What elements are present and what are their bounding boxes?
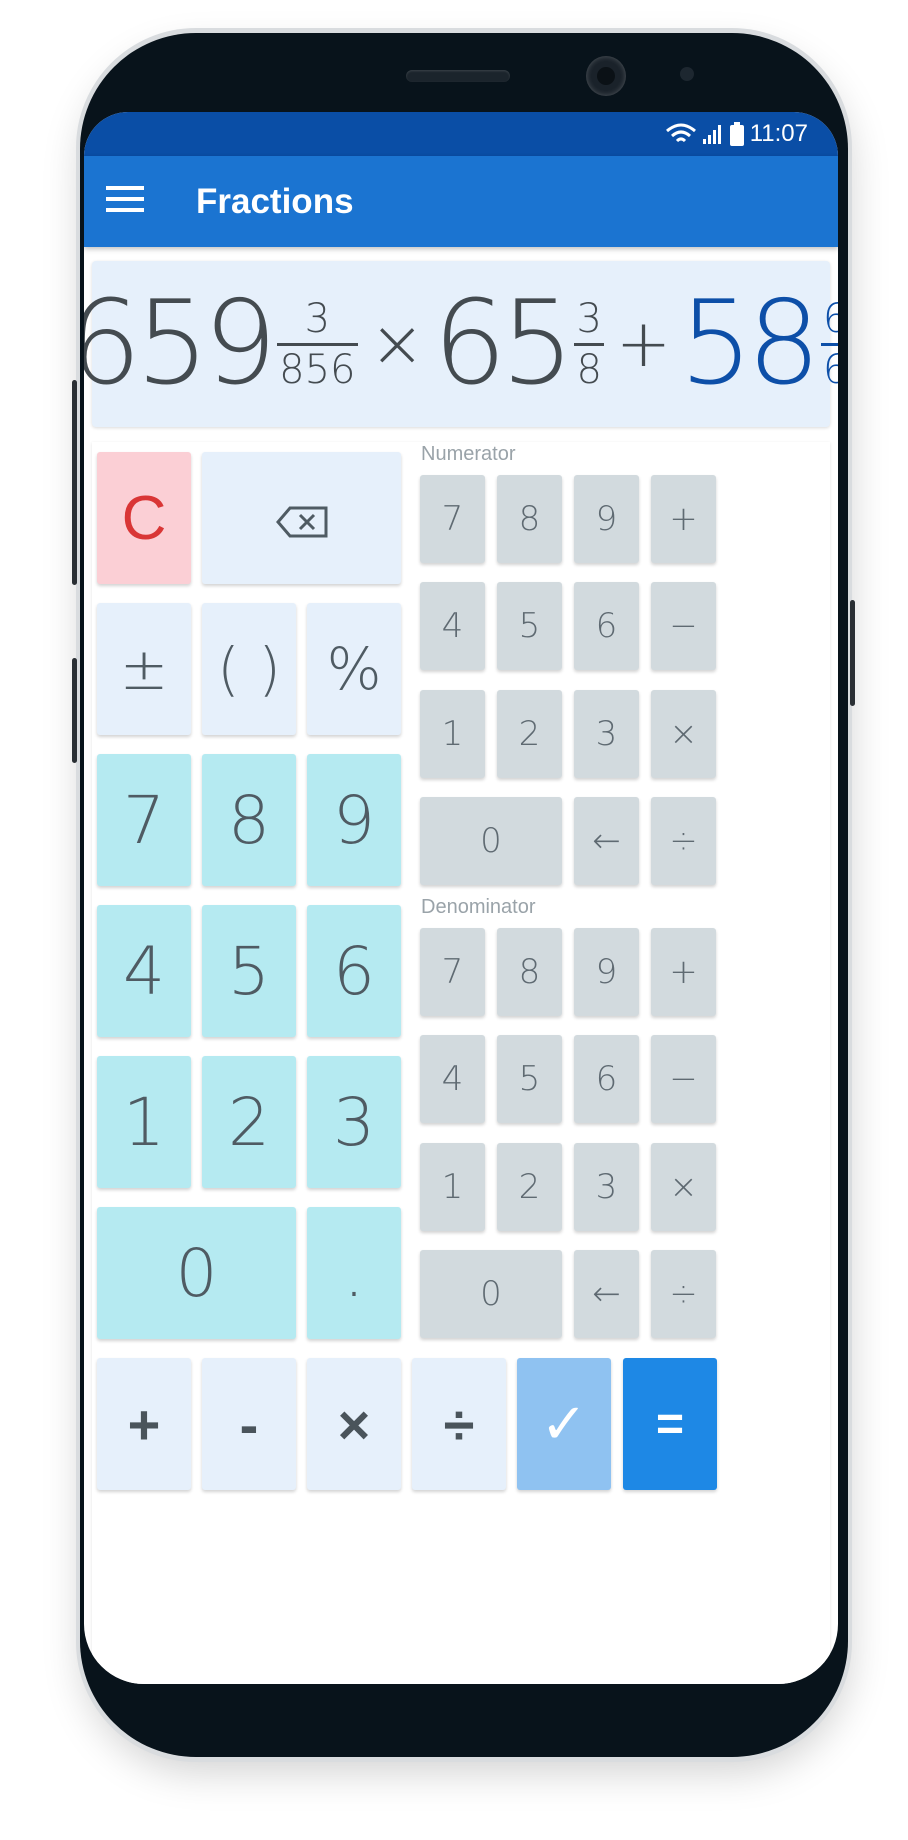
- term-2-denominator: 8: [574, 342, 604, 390]
- menu-button[interactable]: [84, 156, 196, 247]
- term-2-fraction: 3 8: [574, 295, 604, 390]
- term-1-numerator: 3: [304, 295, 331, 342]
- term-2-numerator: 3: [576, 295, 602, 342]
- sign-toggle-button[interactable]: ±: [97, 603, 191, 735]
- bixby-button: [72, 658, 77, 763]
- subtract-button[interactable]: -: [202, 1358, 296, 1490]
- numerator-key-minus[interactable]: −: [651, 582, 716, 670]
- earpiece-speaker: [406, 70, 510, 82]
- denominator-key-9[interactable]: 9: [574, 928, 639, 1016]
- signal-icon: [702, 123, 724, 145]
- denominator-key-6[interactable]: 6: [574, 1035, 639, 1123]
- numerator-key-5[interactable]: 5: [497, 582, 562, 670]
- page-title: Fractions: [196, 181, 354, 221]
- hamburger-menu-icon: [106, 185, 144, 218]
- parentheses-button[interactable]: ( ): [202, 603, 296, 735]
- numerator-key-6[interactable]: 6: [574, 582, 639, 670]
- power-button: [850, 600, 855, 706]
- term-1-denominator: 856: [277, 342, 358, 390]
- digit-7-button[interactable]: 7: [97, 754, 191, 886]
- equals-button[interactable]: =: [623, 1358, 717, 1490]
- denominator-key-7[interactable]: 7: [420, 928, 485, 1016]
- operator-multiply: ×: [369, 305, 425, 382]
- operator-add: +: [615, 305, 672, 382]
- numerator-key-0[interactable]: 0: [420, 797, 562, 885]
- status-time: 11:07: [749, 120, 808, 147]
- numerator-key-2[interactable]: 2: [497, 690, 562, 778]
- numerator-key-7[interactable]: 7: [420, 475, 485, 563]
- app-bar: Fractions: [84, 156, 838, 247]
- digit-3-button[interactable]: 3: [307, 1056, 401, 1188]
- denominator-key-plus[interactable]: +: [651, 928, 716, 1016]
- numerator-label: Numerator: [421, 443, 516, 465]
- denominator-key-2[interactable]: 2: [497, 1143, 562, 1231]
- add-button[interactable]: +: [97, 1358, 191, 1490]
- numerator-key-3[interactable]: 3: [574, 690, 639, 778]
- denominator-key-5[interactable]: 5: [497, 1035, 562, 1123]
- digit-8-button[interactable]: 8: [202, 754, 296, 886]
- digit-0-button[interactable]: 0: [97, 1207, 296, 1339]
- decimal-point-button[interactable]: .: [307, 1207, 401, 1339]
- denominator-key-4[interactable]: 4: [420, 1035, 485, 1123]
- digit-4-button[interactable]: 4: [97, 905, 191, 1037]
- wifi-icon: [665, 123, 696, 145]
- screen: 11:07 Fractions 659 3 856 × 65 3 8 + 58: [84, 112, 838, 1684]
- term-3-whole-active: 58: [679, 276, 821, 411]
- backspace-button[interactable]: [202, 452, 401, 584]
- denominator-key-divide[interactable]: ÷: [651, 1250, 716, 1338]
- proximity-sensor: [680, 67, 694, 81]
- term-3-fraction-active: 6 6: [820, 295, 838, 390]
- numerator-key-multiply[interactable]: ×: [651, 690, 716, 778]
- denominator-key-1[interactable]: 1: [420, 1143, 485, 1231]
- denominator-key-multiply[interactable]: ×: [651, 1143, 716, 1231]
- numerator-key-1[interactable]: 1: [420, 690, 485, 778]
- backspace-icon: [275, 484, 328, 552]
- keypad-area: C ± ( ) % 7 8 9 4 5 6 1 2 3 0 . Numerato…: [92, 442, 830, 1684]
- volume-up-button: [72, 380, 77, 585]
- term-2-whole: 65: [432, 276, 575, 411]
- digit-9-button[interactable]: 9: [307, 754, 401, 886]
- denominator-key-minus[interactable]: −: [651, 1035, 716, 1123]
- numerator-key-plus[interactable]: +: [651, 475, 716, 563]
- numerator-key-9[interactable]: 9: [574, 475, 639, 563]
- denominator-key-0[interactable]: 0: [420, 1250, 562, 1338]
- term-3-numerator: 6: [822, 295, 838, 342]
- clear-button[interactable]: C: [97, 452, 191, 584]
- digit-2-button[interactable]: 2: [202, 1056, 296, 1188]
- numerator-key-8[interactable]: 8: [497, 475, 562, 563]
- confirm-button[interactable]: ✓: [517, 1358, 611, 1490]
- denominator-key-backspace[interactable]: ←: [574, 1250, 639, 1338]
- digit-6-button[interactable]: 6: [307, 905, 401, 1037]
- status-bar: 11:07: [84, 112, 838, 156]
- numerator-key-4[interactable]: 4: [420, 582, 485, 670]
- percent-button[interactable]: %: [307, 603, 401, 735]
- term-1-whole: 659: [84, 276, 277, 411]
- denominator-key-8[interactable]: 8: [497, 928, 562, 1016]
- digit-1-button[interactable]: 1: [97, 1056, 191, 1188]
- numerator-key-backspace[interactable]: ←: [574, 797, 639, 885]
- front-camera: [586, 56, 626, 96]
- denominator-key-3[interactable]: 3: [574, 1143, 639, 1231]
- multiply-button[interactable]: ×: [307, 1358, 401, 1490]
- denominator-label: Denominator: [421, 896, 536, 918]
- digit-5-button[interactable]: 5: [202, 905, 296, 1037]
- term-3-denominator: 6: [820, 342, 838, 390]
- battery-icon: [729, 122, 744, 146]
- divide-button[interactable]: ÷: [412, 1358, 506, 1490]
- numerator-key-divide[interactable]: ÷: [651, 797, 716, 885]
- term-1-fraction: 3 856: [277, 295, 358, 390]
- expression-display: 659 3 856 × 65 3 8 + 58 6 6: [84, 261, 838, 427]
